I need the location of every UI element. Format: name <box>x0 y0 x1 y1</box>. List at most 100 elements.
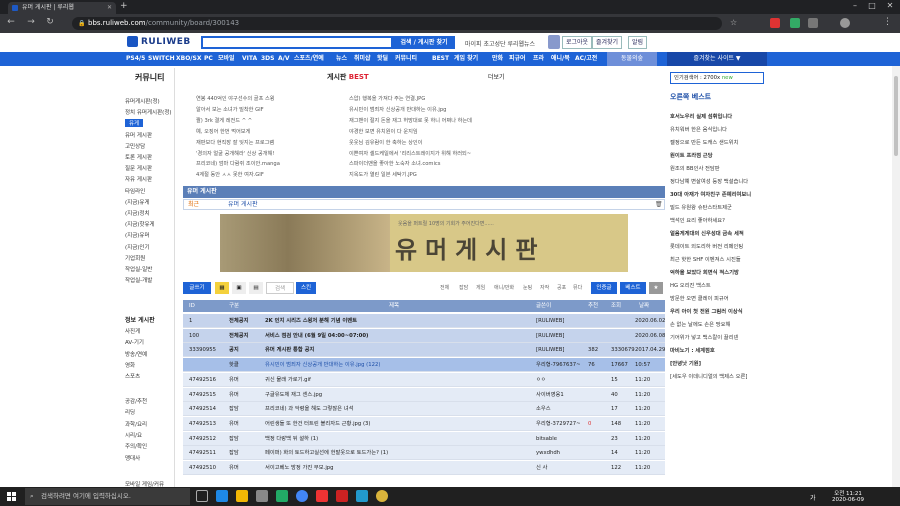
row-author[interactable]: ywxdhdh <box>536 446 560 460</box>
nav-item[interactable]: 커뮤니티 <box>395 52 417 66</box>
sidebar-item[interactable]: 맹대사 <box>125 454 140 462</box>
row-author[interactable]: 사이버영웅1 <box>536 388 564 402</box>
nav-item[interactable]: PS4/5 <box>126 52 145 66</box>
row-author[interactable]: 우리형-3729727~ <box>536 417 581 431</box>
row-title[interactable]: 구글유도체 재그 센스.jpg <box>265 388 322 402</box>
input-language[interactable]: 가 <box>810 493 816 502</box>
gallery-view-icon[interactable]: ▤ <box>249 282 263 294</box>
category-filter[interactable]: 게임 <box>476 284 485 291</box>
category-filter[interactable]: 전체 <box>440 284 449 291</box>
reload-icon[interactable]: ↻ <box>45 17 55 27</box>
right-best-item[interactable]: [안녕낫 기원] <box>670 359 701 367</box>
table-row[interactable]: 47492516 유머 귀신 물래 가로기.gif ㅇㅇ 15 11:20 <box>183 372 665 387</box>
certified-button[interactable]: 인증글 <box>591 282 617 294</box>
windows-start-icon[interactable] <box>7 492 16 501</box>
sidebar-item[interactable]: (지금)정치 <box>125 209 150 217</box>
right-best-item[interactable]: 젤정으로 만든 도캐스 샌드위치 <box>670 138 738 146</box>
forward-icon[interactable]: → <box>26 17 36 27</box>
back-icon[interactable]: ← <box>6 17 16 27</box>
address-bar[interactable]: 🔒 bbs.ruliweb.com/community/board/300143 <box>72 17 722 30</box>
star-filter-icon[interactable]: ★ <box>649 282 663 294</box>
favorite-sites-dropdown[interactable]: 즐겨찾는 사이트 ▼ <box>667 52 767 66</box>
scrollbar-thumb[interactable] <box>894 76 898 156</box>
sidebar-item[interactable]: 질문 게시판 <box>125 164 152 172</box>
table-row[interactable]: 33390955 공지 유머 게시판 통합 공지 [RULIWEB] 382 333067… <box>183 343 665 358</box>
right-best-item[interactable]: 롯데이트 외도리하 버전 리페인팅 <box>670 242 743 250</box>
sidebar-item[interactable]: 방송/연예 <box>125 350 147 358</box>
right-best-item[interactable]: 유치워버 한은 음식입니다 <box>670 125 727 133</box>
logout-button[interactable]: 로그아웃 <box>562 36 593 49</box>
app-icon[interactable] <box>316 490 328 502</box>
right-best-item[interactable]: 원이트 프라점 근당 <box>670 151 713 159</box>
nav-item[interactable]: A/V <box>278 52 289 66</box>
sidebar-item[interactable]: 영화 <box>125 361 135 369</box>
search-input[interactable] <box>201 36 393 49</box>
nav-item[interactable]: 애니/북 <box>551 52 570 66</box>
extension-shield-icon[interactable] <box>790 18 800 28</box>
nav-item[interactable]: BEST <box>432 52 449 66</box>
site-logo[interactable]: RULIWEB <box>141 37 191 47</box>
right-best-item[interactable]: 30대 아재가 여자친구 존예리여보니 <box>670 190 751 198</box>
row-author[interactable]: 소우스 <box>536 402 551 416</box>
best-item[interactable]: 프리코네) 엄마 다람쥐 조이안.manga <box>196 160 280 167</box>
nav-item[interactable]: 게임 찾기 <box>454 52 478 66</box>
best-item[interactable]: 지옥도가 열린 일본 세탁기.JPG <box>349 171 417 178</box>
row-title[interactable]: 서이고베노 방정 가진 무모.jpg <box>265 461 334 475</box>
app-icon-3[interactable] <box>356 490 368 502</box>
avatar[interactable] <box>548 35 560 49</box>
right-best-item[interactable]: 호서노우리 실제 섬휘입니다 <box>670 112 732 120</box>
table-row[interactable]: 47492511 잡담 페이퍼) 화의 토드하고실선에 헌발웃으로 토드가는? (1… <box>183 446 665 461</box>
sidebar-item[interactable]: 주의/확인 <box>125 442 147 450</box>
scrollbar[interactable] <box>892 66 900 487</box>
sidebar-item[interactable]: 타임라인 <box>125 187 145 195</box>
star-icon[interactable]: ☆ <box>730 18 737 27</box>
right-best-item[interactable]: 마비노기 : 세계점호 <box>670 346 715 354</box>
browser-tab[interactable]: 유머 게시판 | 루리웹 ✕ <box>8 2 116 14</box>
mail-icon[interactable] <box>276 490 288 502</box>
app-icon-2[interactable] <box>336 490 348 502</box>
category-filter[interactable]: 잡담 <box>459 284 468 291</box>
row-author[interactable]: bitsable <box>536 432 557 446</box>
board-search-input[interactable]: 검색 <box>266 282 294 294</box>
sidebar-item[interactable]: (지금)유게 <box>125 198 150 206</box>
profile-icon[interactable] <box>840 18 850 28</box>
new-tab-icon[interactable]: + <box>120 1 128 11</box>
image-view-icon[interactable]: ▣ <box>232 282 246 294</box>
extension-icon[interactable] <box>770 18 780 28</box>
maximize-icon[interactable]: □ <box>865 1 879 10</box>
right-best-item[interactable]: [세도우 이데니디얼의 백제스 오른] <box>670 372 747 380</box>
recent-item[interactable]: 유머 게시판 <box>228 200 258 209</box>
right-best-item[interactable]: 억하을 보았다 회면식 적스기방 <box>670 268 739 276</box>
best-item[interactable]: 4계절 동안 ㅅㅅ 못한 여자.GIF <box>196 171 264 178</box>
ruliweb-logo-icon[interactable] <box>127 36 138 47</box>
sidebar-item[interactable]: 작업실-일반 <box>125 265 152 273</box>
row-title[interactable]: 2K 인지 시리즈 스윙저 분해 기념 이벤트 <box>265 314 357 328</box>
right-best-item[interactable]: 기어위가 넣고 백스칼이 끌리넨 <box>670 333 738 341</box>
user-links[interactable]: 마이피 초고성단 루리웹뉴스 <box>465 39 535 48</box>
table-row[interactable]: 핫클 유시민이 범죄자 신상공개 반대하는 이유.jpg (122) 우리형-796… <box>183 358 665 373</box>
sidebar-item[interactable]: 시리/요 <box>125 431 142 439</box>
nav-item[interactable]: 모바일 <box>218 52 235 66</box>
best-item[interactable]: 웃웃님 김유람이 한 축하는 상인이 <box>349 139 422 146</box>
list-view-icon[interactable]: ▦ <box>215 282 229 294</box>
row-author[interactable]: 우리형-7967637~ <box>536 358 581 372</box>
nav-item[interactable]: 스포츠/연예 <box>294 52 324 66</box>
table-row[interactable]: 47492514 잡담 프리코네) 과 악령을 해도 그렇잖은 녀석 소우스 17 11:… <box>183 402 665 417</box>
nav-item[interactable]: 뉴스 <box>336 52 347 66</box>
table-row[interactable]: 1 전체공지 2K 인지 시리즈 스윙저 분해 기념 이벤트 [RULIWEB] 202… <box>183 314 665 328</box>
write-button[interactable]: 글쓰기 <box>183 282 211 294</box>
nav-item[interactable]: 핫딜 <box>377 52 388 66</box>
row-author[interactable]: [RULIWEB] <box>536 329 564 343</box>
category-filter[interactable]: 공포 <box>557 284 566 291</box>
nav-item[interactable]: AC/고전 <box>575 52 597 66</box>
sidebar-item[interactable]: 정치 유머게시판(정) <box>125 108 172 116</box>
best-item[interactable]: 연봉 440억인 야구선수의 골프 스윙 <box>196 95 275 102</box>
nav-item[interactable]: PC <box>204 52 213 66</box>
sidebar-item[interactable]: 리딩 <box>125 408 135 416</box>
right-best-item[interactable]: 방문한 오면 클레이 피규어 <box>670 294 729 302</box>
best-item[interactable]: 야경한 보면 유치원이 다 운지임 <box>349 128 418 135</box>
row-title[interactable]: 유시민이 범죄자 신상공개 반대하는 이유.jpg (122) <box>265 358 380 372</box>
kakao-icon[interactable] <box>376 490 388 502</box>
hot-search[interactable]: 인기검색어 : 2700x new <box>670 72 764 84</box>
row-title[interactable]: 페이퍼) 화의 토드하고실선에 헌발웃으로 토드가는? (1) <box>265 446 388 460</box>
